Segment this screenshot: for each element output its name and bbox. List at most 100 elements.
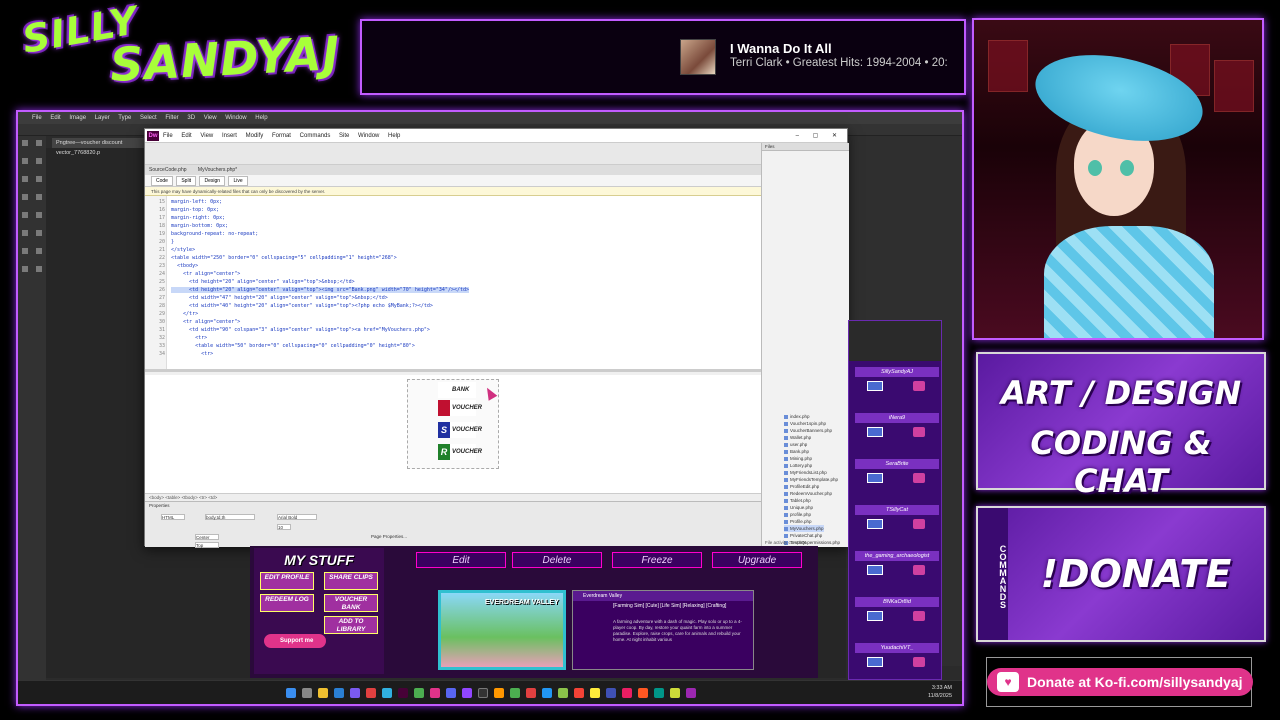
app-icon[interactable] — [622, 688, 632, 698]
kofi-button[interactable]: ♥ Donate at Ko-fi.com/sillysandyaj — [987, 668, 1253, 696]
menu-type[interactable]: Type — [118, 115, 131, 121]
tool-icon[interactable] — [22, 194, 28, 200]
view-split-button[interactable]: Split — [176, 176, 197, 186]
menu-edit[interactable]: Edit — [50, 115, 60, 121]
app-icon[interactable] — [510, 688, 520, 698]
code-line[interactable]: 20} — [145, 238, 761, 246]
game-cover[interactable]: EVERDREAM VALLEY — [438, 590, 566, 670]
tool-icon[interactable] — [36, 266, 42, 272]
code-line[interactable]: 22 <table width="250" border="0" cellspac… — [145, 254, 761, 262]
window-controls[interactable]: – ▢ ✕ — [796, 129, 843, 143]
code-line[interactable]: 19 background-repeat: no-repeat; — [145, 230, 761, 238]
page-properties-button[interactable]: Page Properties... — [371, 534, 411, 540]
code-line[interactable]: 32 <tr> — [145, 334, 761, 342]
app-icon[interactable] — [366, 688, 376, 698]
horz-select[interactable]: Center — [195, 534, 219, 540]
menu-image[interactable]: Image — [69, 115, 86, 121]
file-item[interactable]: PrivateChat.php — [784, 532, 822, 539]
code-line[interactable]: 23 <tbody> — [145, 262, 761, 270]
obs-icon[interactable] — [478, 688, 488, 698]
add-to-library-button[interactable]: ADD TO LIBRARY — [324, 616, 378, 634]
freeze-button[interactable]: Freeze — [612, 552, 702, 568]
share-clips-button[interactable]: SHARE CLIPS — [324, 572, 378, 590]
friend-entry[interactable]: iNera9 — [855, 413, 939, 459]
dreamweaver-icon[interactable] — [398, 688, 408, 698]
format-field[interactable]: HTML — [161, 514, 185, 520]
menu-filter[interactable]: Filter — [165, 115, 178, 121]
dw-menu-window[interactable]: Window — [358, 133, 379, 139]
file-item[interactable]: ProfileEdit.php — [784, 483, 819, 490]
menu-view[interactable]: View — [204, 115, 217, 121]
app-icon[interactable] — [350, 688, 360, 698]
friend-entry[interactable]: BNKaOr8id — [855, 597, 939, 643]
voucher-item[interactable]: R VOUCHER — [438, 444, 482, 460]
code-line[interactable]: 29 </tr> — [145, 310, 761, 318]
file-item[interactable]: Voucher1spin.php — [784, 420, 826, 427]
code-line[interactable]: 24 <tr align="center"> — [145, 270, 761, 278]
friend-entry[interactable]: SeraBrite — [855, 459, 939, 505]
app-icon[interactable] — [686, 688, 696, 698]
app-icon[interactable] — [542, 688, 552, 698]
code-line[interactable]: 33 <table width="50" border="0" cellspac… — [145, 342, 761, 350]
menu-file[interactable]: File — [32, 115, 42, 121]
font-select[interactable]: Arial Bold — [277, 514, 317, 520]
view-design-button[interactable]: Design — [199, 176, 226, 186]
file-item[interactable]: Unique.php — [784, 504, 813, 511]
code-line[interactable]: 15 margin-left: 0px; — [145, 198, 761, 206]
tool-icon[interactable] — [22, 176, 28, 182]
file-item[interactable]: Tablet.php — [784, 497, 811, 504]
dw-menu-commands[interactable]: Commands — [300, 133, 331, 139]
dw-menu-edit[interactable]: Edit — [181, 133, 191, 139]
file-item[interactable]: profile.php — [784, 511, 811, 518]
menu-select[interactable]: Select — [140, 115, 157, 121]
file-item[interactable]: Bank.php — [784, 448, 809, 455]
file-item[interactable]: index.php — [784, 413, 810, 420]
tab-myvouchers[interactable]: MyVouchers.php* — [198, 167, 237, 173]
delete-button[interactable]: Delete — [512, 552, 602, 568]
design-view[interactable]: BANK VOUCHER S VOUCHER R VOUCHER — [145, 375, 761, 493]
tool-icon[interactable] — [22, 212, 28, 218]
support-me-button[interactable]: Support me — [264, 634, 326, 648]
file-item[interactable]: user.php — [784, 441, 807, 448]
tool-icon[interactable] — [36, 176, 42, 182]
upgrade-button[interactable]: Upgrade — [712, 552, 802, 568]
tool-icon[interactable] — [22, 266, 28, 272]
tool-icon[interactable] — [36, 248, 42, 254]
menu-window[interactable]: Window — [225, 115, 246, 121]
code-line[interactable]: 18 margin-bottom: 0px; — [145, 222, 761, 230]
tag-selector[interactable]: <body> <table> <tbody> <tr> <td> — [145, 493, 761, 501]
app-icon[interactable] — [654, 688, 664, 698]
tool-icon[interactable] — [36, 158, 42, 164]
view-live-button[interactable]: Live — [228, 176, 248, 186]
targeted-rule-select[interactable]: body,td,th — [205, 514, 255, 520]
tool-icon[interactable] — [36, 140, 42, 146]
file-item[interactable]: Lottery.php — [784, 462, 812, 469]
friend-entry[interactable]: SillySandyAJ — [855, 367, 939, 413]
dw-menu-view[interactable]: View — [200, 133, 213, 139]
start-icon[interactable] — [286, 688, 296, 698]
code-editor[interactable]: 15 margin-left: 0px; 16 margin-top: 0px; 17 m… — [145, 196, 761, 372]
code-line[interactable]: 26 <td height="20" align="center" valign… — [145, 286, 761, 294]
voucher-item[interactable]: VOUCHER — [438, 400, 482, 416]
voucher-item[interactable]: S VOUCHER — [438, 422, 482, 438]
friend-entry[interactable]: YuudachiVT_ — [855, 643, 939, 679]
app-icon[interactable] — [638, 688, 648, 698]
file-item[interactable]: MyFriendsList.php — [784, 469, 827, 476]
chrome-icon[interactable] — [414, 688, 424, 698]
code-line[interactable]: 30 <tr align="center"> — [145, 318, 761, 326]
code-line[interactable]: 34 <tr> — [145, 350, 761, 358]
dw-menu-help[interactable]: Help — [388, 133, 400, 139]
tool-icon[interactable] — [22, 140, 28, 146]
redeem-log-button[interactable]: REDEEM LOG — [260, 594, 314, 612]
file-item[interactable]: Mining.php — [784, 455, 812, 462]
file-item[interactable]: Wallet.php — [784, 434, 811, 441]
twitch-icon[interactable] — [462, 688, 472, 698]
tool-icon[interactable] — [22, 158, 28, 164]
file-item[interactable]: MyVouchers.php — [784, 525, 824, 532]
files-header[interactable]: Files — [762, 143, 849, 151]
taskbar-clock[interactable]: 3:33 AM 11/8/2025 — [928, 684, 952, 700]
code-line[interactable]: 17 margin-right: 0px; — [145, 214, 761, 222]
app-icon[interactable] — [430, 688, 440, 698]
file-item[interactable]: RedeemVoucher.php — [784, 490, 832, 497]
edit-profile-button[interactable]: EDIT PROFILE — [260, 572, 314, 590]
